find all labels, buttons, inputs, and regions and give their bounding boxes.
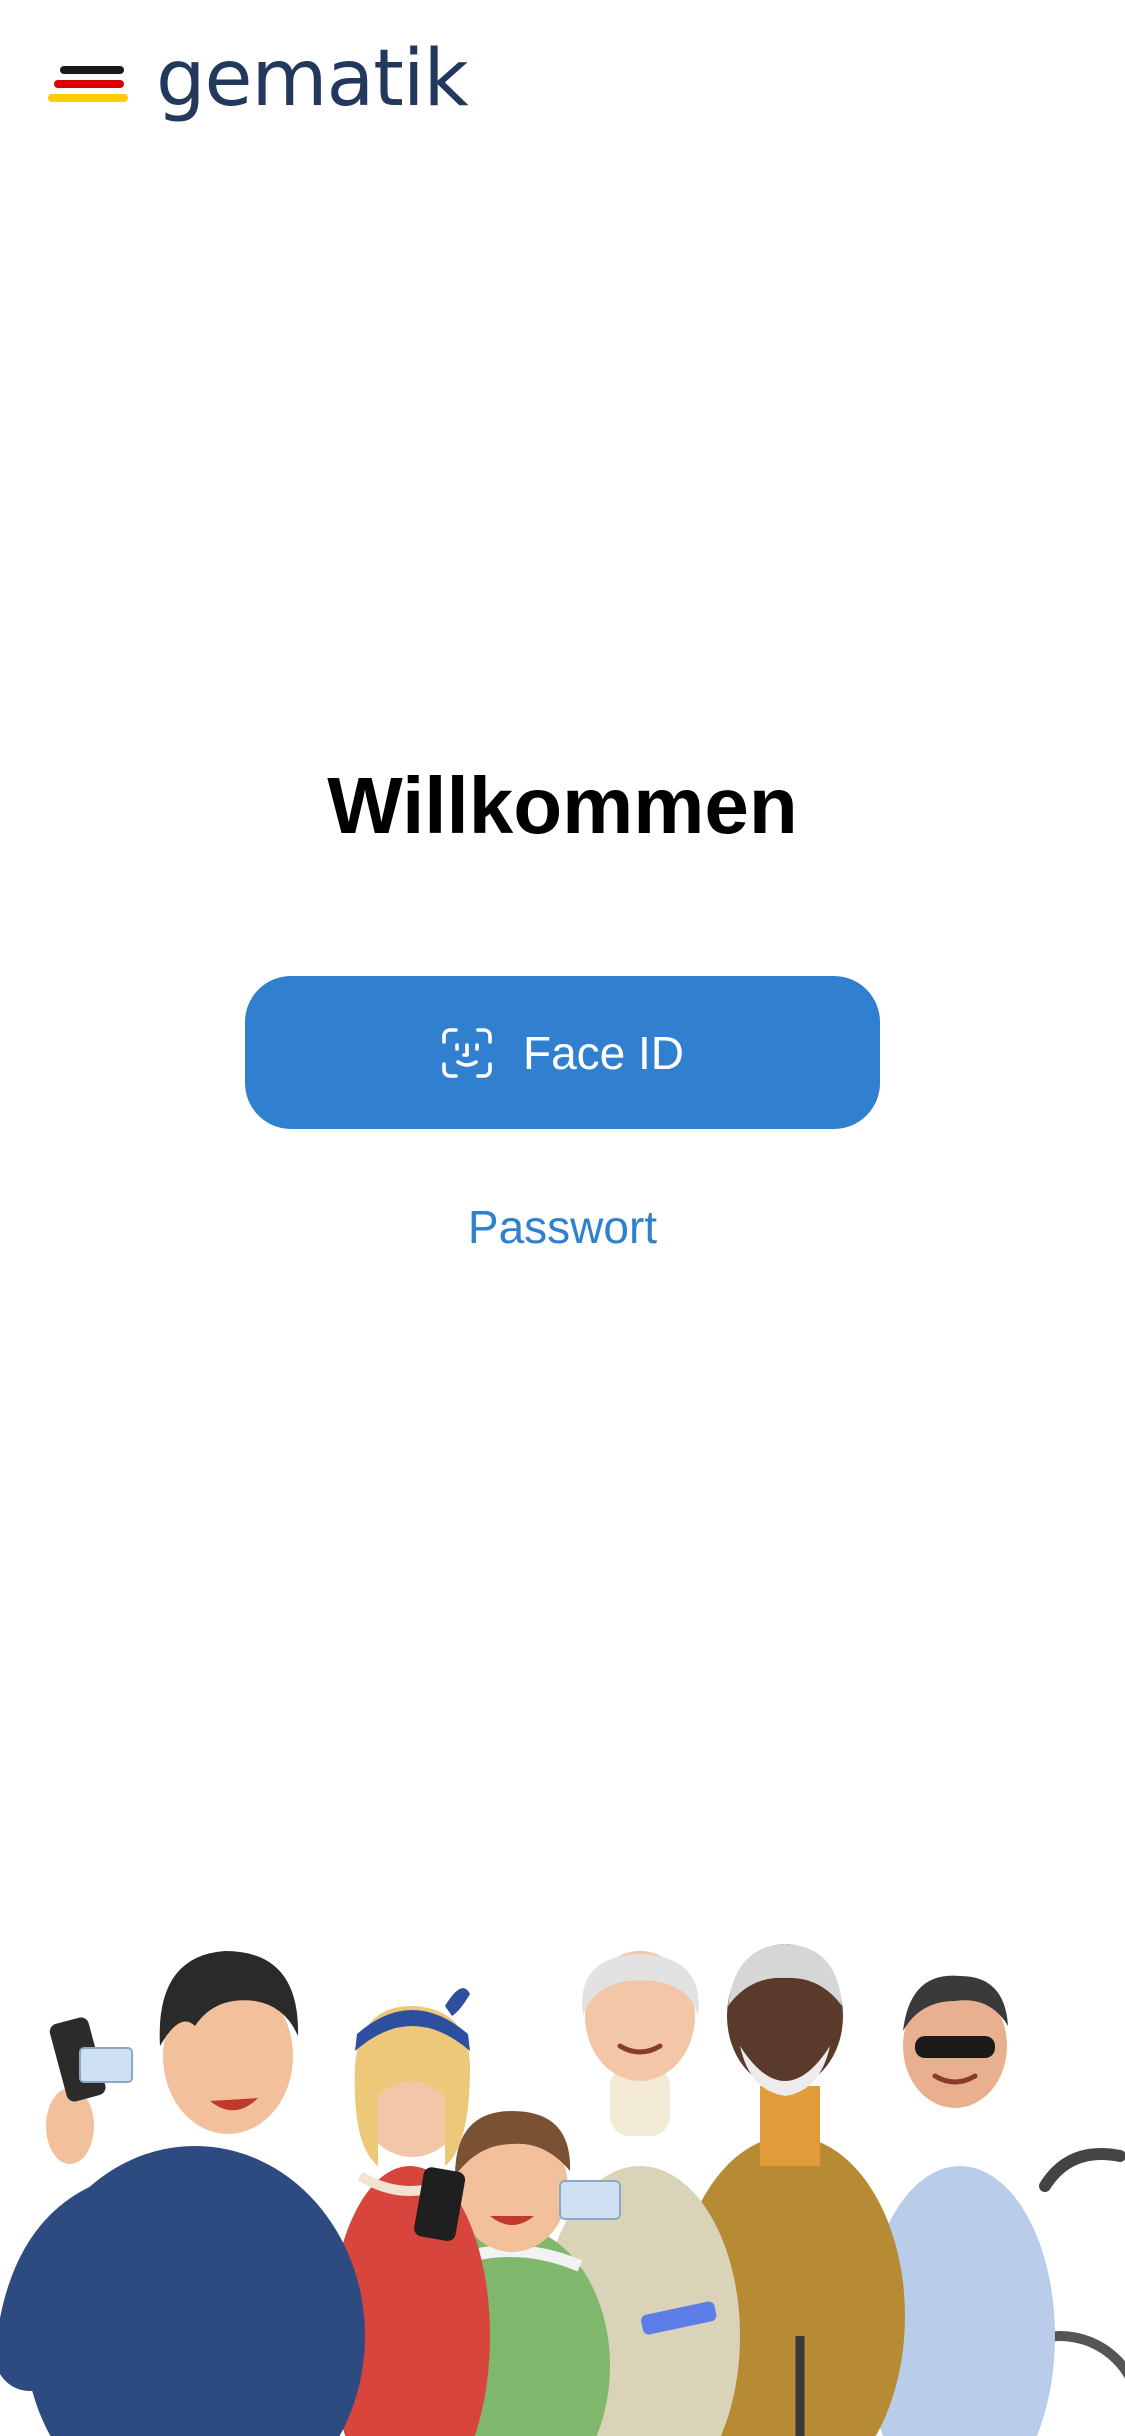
logo-stripe-gold — [48, 94, 128, 102]
people-group-illustration-icon — [0, 1944, 1125, 2436]
gematik-flag-logo-icon — [48, 64, 128, 106]
app-header: gematik — [48, 34, 469, 130]
page-title: Willkommen — [327, 761, 798, 850]
password-link[interactable]: Passwort — [0, 1200, 1125, 1254]
logo-stripe-black — [60, 66, 124, 74]
face-id-button-label: Face ID — [522, 1026, 685, 1079]
logo-stripe-red — [54, 80, 124, 88]
face-id-button[interactable]: Face ID — [245, 976, 880, 1129]
face-id-icon — [442, 1027, 492, 1078]
gematik-logo-text: gematik — [156, 34, 469, 124]
